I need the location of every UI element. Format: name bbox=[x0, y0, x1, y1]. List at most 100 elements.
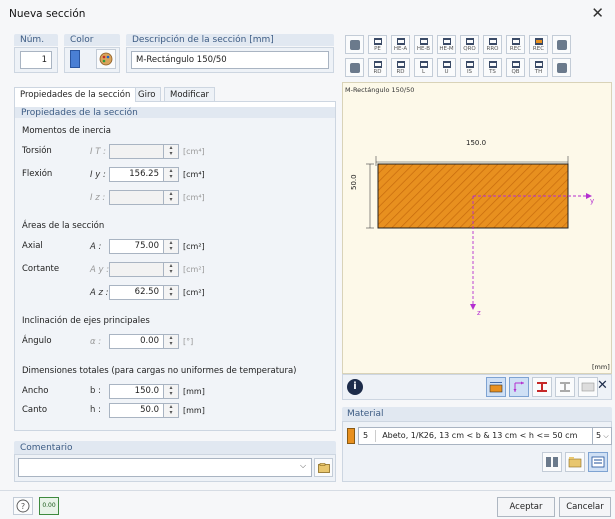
comment-library-icon[interactable] bbox=[314, 458, 333, 477]
section-type-bottom-3-icon[interactable]: L bbox=[414, 58, 433, 77]
svg-text:?: ? bbox=[21, 502, 25, 511]
flexion-z-unit: [cm⁴] bbox=[183, 193, 205, 202]
section-type-bottom-5-icon[interactable]: IS bbox=[460, 58, 479, 77]
flexion-y-spinner[interactable]: ▴ ▾ bbox=[163, 167, 179, 182]
axes-toggle-icon[interactable] bbox=[509, 377, 529, 397]
section-type-bottom-7-icon[interactable]: QB bbox=[506, 58, 525, 77]
chevron-down-icon[interactable]: ⌵ bbox=[300, 461, 306, 471]
material-value: Abeto, 1/K26, 13 cm < b & 13 cm < h <= 5… bbox=[382, 431, 578, 440]
shear-z-spinner[interactable]: ▴ ▾ bbox=[163, 285, 179, 300]
torsion-unit: [cm⁴] bbox=[183, 147, 205, 156]
material-edit-icon[interactable] bbox=[588, 452, 608, 472]
width-symbol: b : bbox=[90, 386, 101, 396]
footer-divider bbox=[0, 490, 615, 491]
window-title: Nueva sección bbox=[9, 8, 86, 20]
axial-input[interactable]: 75.00 bbox=[109, 239, 164, 254]
height-label: Canto bbox=[22, 405, 48, 415]
axial-spinner[interactable]: ▴ ▾ bbox=[163, 239, 179, 254]
width-unit: [mm] bbox=[183, 387, 205, 396]
flexion-z-spinner[interactable]: ▴ ▾ bbox=[163, 190, 179, 205]
info-icon[interactable]: i bbox=[347, 379, 363, 395]
section-type-top-8-icon[interactable]: REC bbox=[529, 35, 548, 54]
height-unit: [mm] bbox=[183, 406, 205, 415]
material-new-icon[interactable] bbox=[565, 452, 585, 472]
dimension-height-text: 50.0 bbox=[350, 174, 358, 190]
close-icon[interactable]: ✕ bbox=[591, 4, 604, 22]
accept-button[interactable]: Aceptar bbox=[497, 497, 555, 517]
flexion-z-symbol: I z : bbox=[90, 193, 106, 203]
height-spinner[interactable]: ▴ ▾ bbox=[163, 403, 179, 418]
width-label: Ancho bbox=[22, 386, 49, 396]
color-swatch[interactable] bbox=[70, 50, 80, 68]
color-label: Color bbox=[64, 34, 120, 46]
units-icon[interactable]: 0.00 bbox=[39, 497, 59, 515]
description-label: Descripción de la sección [mm] bbox=[126, 34, 334, 46]
tab-propiedades[interactable]: Propiedades de la sección bbox=[14, 87, 137, 102]
axis-y-label: y bbox=[590, 197, 595, 205]
flexion-y-symbol: I y : bbox=[90, 170, 106, 180]
section-type-bottom-6-icon[interactable]: TS bbox=[483, 58, 502, 77]
help-icon[interactable]: ? bbox=[13, 497, 33, 515]
dimensions-header: Dimensiones totales (para cargas no unif… bbox=[22, 366, 297, 376]
section-type-bottom-4-icon[interactable]: U bbox=[437, 58, 456, 77]
width-spinner[interactable]: ▴ ▾ bbox=[163, 384, 179, 399]
shear-y-unit: [cm²] bbox=[183, 265, 205, 274]
section-type-top-5-icon[interactable]: QRO bbox=[460, 35, 479, 54]
description-input[interactable]: M-Rectángulo 150/50 bbox=[131, 51, 329, 69]
comment-label: Comentario bbox=[14, 441, 336, 455]
tab-giro[interactable]: Giro bbox=[132, 87, 162, 102]
section-drawing bbox=[366, 156, 592, 310]
ibeam-gray-icon[interactable] bbox=[555, 377, 575, 397]
values-icon[interactable] bbox=[578, 377, 598, 397]
areas-header: Áreas de la sección bbox=[22, 221, 105, 231]
zoom-reset-icon[interactable]: ✕ bbox=[597, 378, 608, 393]
section-type-top-7-icon[interactable]: REC bbox=[506, 35, 525, 54]
width-input[interactable]: 150.0 bbox=[109, 384, 164, 399]
section-type-top-2-icon[interactable]: HE-A bbox=[391, 35, 410, 54]
angle-label: Ángulo bbox=[22, 336, 52, 346]
section-type-bottom-0-icon[interactable] bbox=[345, 58, 364, 77]
section-type-bottom-8-icon[interactable]: TH bbox=[529, 58, 548, 77]
section-type-toolbar-2: RD RD L U IS TS QB TH bbox=[345, 58, 612, 78]
torsion-input[interactable] bbox=[109, 144, 164, 159]
material-number-dropdown[interactable]: 5 ⌵ bbox=[592, 427, 612, 445]
ibeam-red-icon[interactable] bbox=[532, 377, 552, 397]
section-type-bottom-9-icon[interactable] bbox=[552, 58, 571, 77]
angle-spinner[interactable]: ▴ ▾ bbox=[163, 334, 179, 349]
dimensions-toggle-icon[interactable] bbox=[486, 377, 506, 397]
section-type-bottom-2-icon[interactable]: RD bbox=[391, 58, 410, 77]
flexion-z-input[interactable] bbox=[109, 190, 164, 205]
preview-unit: [mm] bbox=[592, 363, 610, 371]
axis-z-label: z bbox=[477, 309, 481, 317]
flexion-y-unit: [cm⁴] bbox=[183, 170, 205, 179]
tab-modificar[interactable]: Modificar bbox=[164, 87, 216, 102]
dimension-width-text: 150.0 bbox=[466, 139, 487, 147]
angle-input[interactable]: 0.00 bbox=[109, 334, 164, 349]
shear-z-input[interactable]: 62.50 bbox=[109, 285, 164, 300]
height-input[interactable]: 50.0 bbox=[109, 403, 164, 418]
palette-icon[interactable] bbox=[96, 49, 116, 69]
shear-y-spinner[interactable]: ▴ ▾ bbox=[163, 262, 179, 277]
dialog-window: Nueva sección ✕ Núm. 1 Color Descripción… bbox=[0, 0, 615, 519]
torsion-spinner[interactable]: ▴ ▾ bbox=[163, 144, 179, 159]
cancel-button[interactable]: Cancelar bbox=[559, 497, 611, 517]
material-library-icon[interactable] bbox=[542, 452, 562, 472]
inertia-header: Momentos de inercia bbox=[22, 126, 111, 136]
section-type-bottom-1-icon[interactable]: RD bbox=[368, 58, 387, 77]
section-type-top-3-icon[interactable]: HE-B bbox=[414, 35, 433, 54]
flexion-y-input[interactable]: 156.25 bbox=[109, 167, 164, 182]
height-symbol: h : bbox=[90, 405, 101, 415]
section-type-top-4-icon[interactable]: HE-M bbox=[437, 35, 456, 54]
num-label: Núm. bbox=[14, 34, 58, 46]
section-type-top-0-icon[interactable] bbox=[345, 35, 364, 54]
section-type-top-9-icon[interactable] bbox=[552, 35, 571, 54]
section-type-top-6-icon[interactable]: RRO bbox=[483, 35, 502, 54]
material-label: Material bbox=[342, 407, 612, 421]
shear-label: Cortante bbox=[22, 264, 60, 274]
num-input[interactable]: 1 bbox=[20, 51, 52, 69]
material-select[interactable]: 5 Abeto, 1/K26, 13 cm < b & 13 cm < h <=… bbox=[358, 427, 594, 445]
shear-y-input[interactable] bbox=[109, 262, 164, 277]
section-type-toolbar-1: PE HE-A HE-B HE-M QRO RRO REC REC bbox=[345, 35, 612, 55]
section-type-top-1-icon[interactable]: PE bbox=[368, 35, 387, 54]
comment-input[interactable] bbox=[18, 458, 312, 477]
